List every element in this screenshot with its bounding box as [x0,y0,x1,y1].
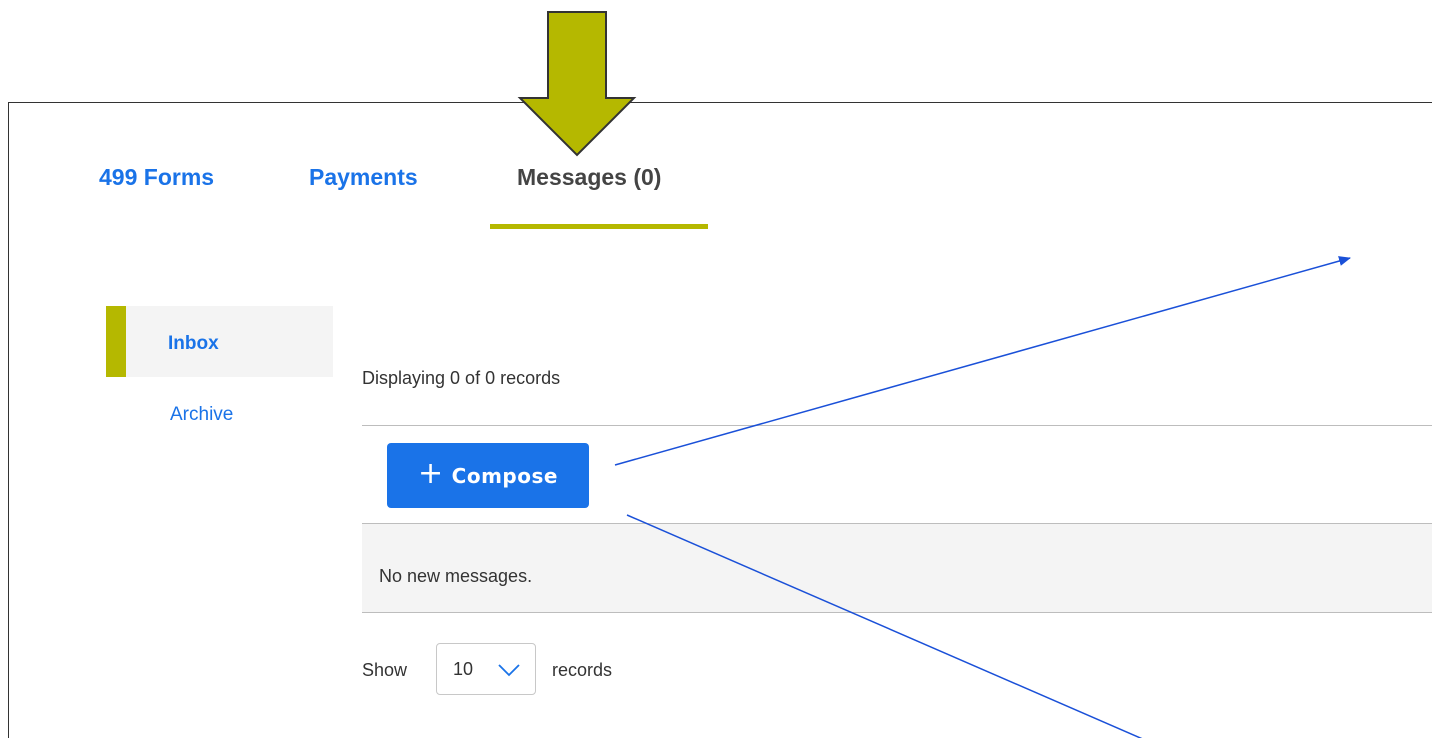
compose-button[interactable]: + Compose [387,443,589,508]
sidebar-item-archive[interactable]: Archive [170,404,233,426]
divider-top [362,425,1432,426]
tab-messages[interactable]: Messages (0) [517,164,661,191]
chevron-down-icon [498,664,520,677]
plus-icon: + [418,455,444,491]
show-label: Show [362,660,408,680]
records-count: Displaying 0 of 0 records [362,368,561,388]
page-size-select[interactable]: 10 [436,643,536,695]
tab-499-forms[interactable]: 499 Forms [99,164,214,191]
sidebar-active-indicator [106,306,126,377]
divider-bottom [362,612,1432,613]
empty-messages-text: No new messages. [379,566,533,586]
compose-button-label: Compose [451,463,558,488]
records-label: records [552,660,613,680]
screenshot-stage: 499 Forms Payments Messages (0) Inbox Ar… [0,0,1432,738]
sidebar-item-inbox[interactable]: Inbox [168,333,219,355]
page-size-value: 10 [453,658,474,679]
active-tab-indicator [490,224,708,229]
sidebar-item-inbox-bg[interactable] [106,306,333,377]
tab-payments[interactable]: Payments [309,164,418,191]
